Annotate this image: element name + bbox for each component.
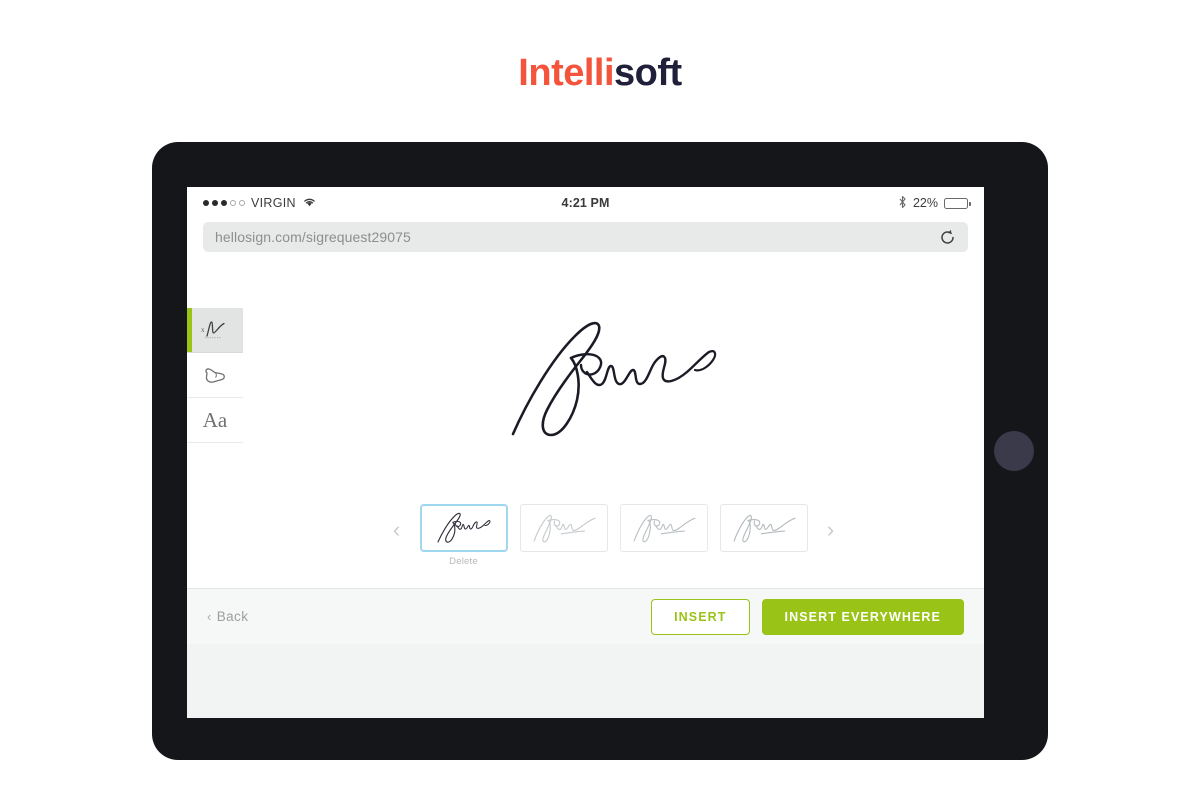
hellosign-app: x Aa ‹ Delete › ‹ Back INSERT INSERT EVE…: [187, 262, 984, 644]
back-button[interactable]: ‹ Back: [207, 609, 248, 624]
logo-text-secondary: soft: [614, 52, 682, 94]
browser-chrome: hellosign.com/sigrequest29075: [187, 219, 984, 262]
signal-strength-icon: [203, 200, 245, 206]
logo-text-primary: Intelli: [518, 52, 615, 94]
tool-rail: x Aa: [187, 308, 243, 443]
signature-thumb-2[interactable]: [519, 504, 608, 552]
hand-initials-icon: [202, 364, 228, 386]
tool-text[interactable]: Aa: [187, 398, 243, 443]
ios-status-bar: VIRGIN 4:21 PM 22%: [187, 187, 984, 219]
svg-text:x: x: [201, 326, 205, 334]
signature-preview: [243, 262, 984, 498]
signature-thumb-item: [519, 504, 608, 552]
wifi-icon: [302, 196, 317, 210]
bluetooth-icon: [898, 195, 907, 212]
insert-everywhere-button[interactable]: INSERT EVERYWHERE: [761, 598, 964, 635]
signature-thumb-3[interactable]: [619, 504, 708, 552]
battery-icon: [944, 197, 971, 209]
home-button[interactable]: [994, 431, 1034, 471]
status-bar-right: 22%: [609, 195, 971, 212]
signature-thumb-item: [619, 504, 708, 552]
carousel-prev-button[interactable]: ‹: [386, 504, 408, 556]
tool-initials[interactable]: [187, 353, 243, 398]
text-tool-label: Aa: [202, 407, 228, 432]
signature-icon: x: [200, 319, 230, 341]
back-button-label: Back: [216, 609, 249, 624]
carousel-next-button[interactable]: ›: [820, 504, 842, 556]
tablet-screen: VIRGIN 4:21 PM 22% hellosign.com/sigrequ…: [187, 187, 984, 718]
reload-icon[interactable]: [938, 228, 956, 246]
insert-button[interactable]: INSERT: [651, 598, 750, 635]
tablet-device-frame: VIRGIN 4:21 PM 22% hellosign.com/sigrequ…: [152, 142, 1048, 760]
signature-thumb-item: [719, 504, 808, 552]
status-bar-left: VIRGIN: [203, 196, 562, 210]
battery-percent: 22%: [912, 196, 939, 210]
chevron-left-icon: ‹: [207, 609, 212, 624]
signature-thumb-1[interactable]: [419, 504, 508, 552]
signature-thumb-item: Delete: [419, 504, 508, 567]
address-bar[interactable]: hellosign.com/sigrequest29075: [203, 222, 968, 252]
signature-carousel: ‹ Delete ›: [243, 498, 984, 596]
action-bar: ‹ Back INSERT INSERT EVERYWHERE: [187, 588, 984, 644]
carrier-name: VIRGIN: [251, 196, 296, 210]
status-bar-clock: 4:21 PM: [561, 196, 610, 210]
signature-thumb-4[interactable]: [719, 504, 808, 552]
url-text[interactable]: hellosign.com/sigrequest29075: [215, 229, 938, 245]
delete-signature-button[interactable]: Delete: [449, 556, 478, 567]
signature-strokes: [511, 321, 716, 437]
tool-signature[interactable]: x: [187, 308, 243, 353]
intellisoft-logo: Intellisoft: [0, 50, 1200, 96]
